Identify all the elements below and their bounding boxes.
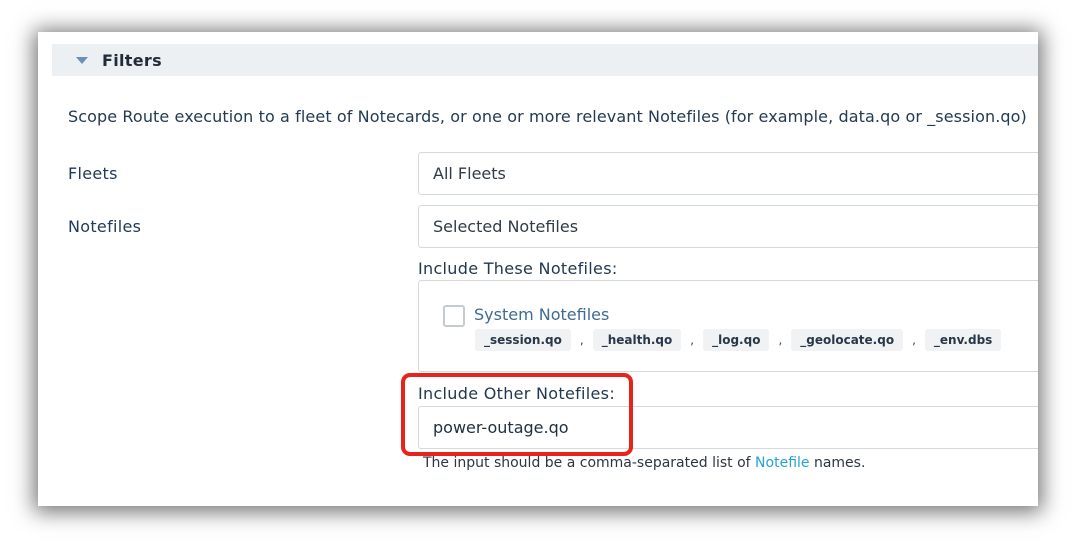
notefile-tag: _geolocate.qo [791,329,904,351]
notefile-tag: _health.qo [592,329,682,351]
other-notefiles-input-value: power-outage.qo [433,418,569,437]
notefiles-select[interactable]: Selected Notefiles [418,205,1038,248]
hint-suffix: names. [813,455,866,471]
include-other-notefiles-label: Include Other Notefiles: [418,384,616,403]
notefile-tag: _session.qo [475,329,571,351]
fleets-select[interactable]: All Fleets [418,152,1038,195]
notefile-link[interactable]: Notefile [755,455,809,471]
notefiles-select-value: Selected Notefiles [433,217,579,236]
system-notefiles-checkbox[interactable] [443,305,465,327]
tag-separator: , [690,333,695,347]
fleets-select-value: All Fleets [433,164,506,183]
system-notefile-tags: _session.qo , _health.qo , _log.qo , _ge… [475,329,1002,351]
notefile-tag: _env.dbs [924,329,1002,351]
filters-description: Scope Route execution to a fleet of Note… [68,107,1027,126]
filters-section-header[interactable]: Filters [52,44,1038,76]
tag-separator: , [778,333,783,347]
input-hint: The input should be a comma-separated li… [423,455,865,471]
notefile-tag: _log.qo [703,329,770,351]
include-these-notefiles-label: Include These Notefiles: [418,259,618,278]
tag-separator: , [912,333,916,347]
other-notefiles-input[interactable]: power-outage.qo [418,406,1038,449]
hint-prefix: The input should be a comma-separated li… [423,455,751,471]
system-notefiles-label[interactable]: System Notefiles [474,305,609,324]
section-title: Filters [102,50,162,70]
tag-separator: , [579,333,584,347]
caret-down-icon[interactable] [76,56,88,64]
notefiles-label: Notefiles [68,217,142,236]
fleets-label: Fleets [68,164,118,183]
system-notefiles-box: System Notefiles _session.qo , _health.q… [418,280,1038,372]
filters-panel: Filters Scope Route execution to a fleet… [38,32,1038,506]
